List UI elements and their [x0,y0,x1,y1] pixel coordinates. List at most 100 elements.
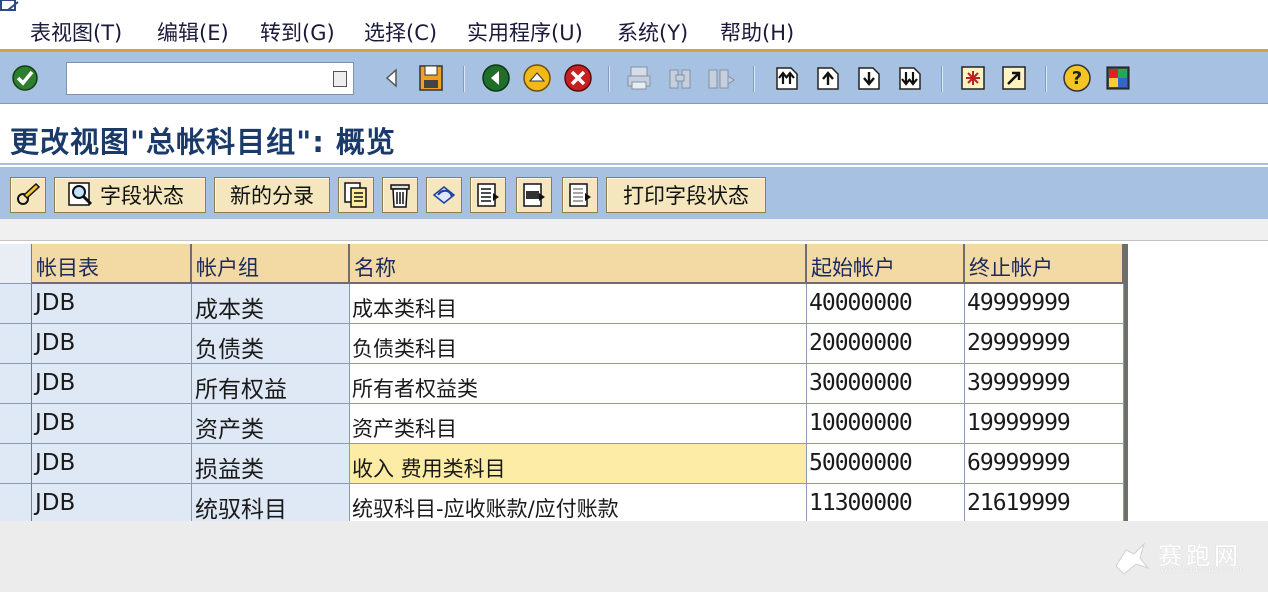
help-icon[interactable]: ? [1062,63,1092,93]
delete-button[interactable] [382,177,418,213]
menu-help[interactable]: 帮助(H) [720,20,794,46]
deselect-all-button[interactable] [562,177,598,213]
new-entries-label: 新的分录 [230,184,314,208]
select-block-icon [523,183,545,207]
cell-chart-of-accounts: JDB [32,324,192,364]
column-header-name[interactable]: 名称 [350,244,807,284]
print-field-status-label: 打印字段状态 [623,184,749,208]
cell-to-account[interactable]: 29999999 [965,324,1124,364]
command-input[interactable] [67,63,353,94]
standard-toolbar: ? [0,52,1268,104]
cell-chart-of-accounts: JDB [32,364,192,404]
cell-to-account[interactable]: 69999999 [965,444,1124,484]
cell-to-account[interactable]: 21619999 [965,484,1124,524]
print-icon[interactable] [624,63,654,93]
cell-from-account[interactable]: 30000000 [807,364,965,404]
save-icon[interactable] [416,63,446,93]
cell-name[interactable]: 负债类科目 [350,324,807,364]
first-page-icon[interactable] [772,63,802,93]
title-area: 更改视图"总帐科目组": 概览 [0,105,1268,165]
deselect-all-icon [569,183,591,207]
toolbar-separator [463,66,465,92]
row-selector[interactable] [0,324,32,364]
enter-checkmark-icon[interactable] [10,63,40,93]
customize-layout-icon[interactable] [1103,63,1133,93]
cell-chart-of-accounts: JDB [32,404,192,444]
cell-from-account[interactable]: 40000000 [807,284,965,324]
new-entries-button[interactable]: 新的分录 [214,177,330,213]
cancel-icon[interactable] [563,63,593,93]
row-selector[interactable] [0,364,32,404]
cell-name-focused[interactable]: 收入 费用类科目 [350,444,807,484]
cell-to-account[interactable]: 49999999 [965,284,1124,324]
menu-goto[interactable]: 转到(G) [260,20,335,46]
toolbar-separator [753,66,755,92]
display-change-button[interactable] [10,177,46,213]
menu-edit[interactable]: 编辑(E) [157,20,229,46]
column-header-chart-of-accounts[interactable]: 帐目表 [32,244,192,284]
table-right-border [1124,244,1128,524]
page-title: 更改视图"总帐科目组": 概览 [10,125,396,159]
command-history-icon[interactable] [333,71,347,87]
command-field[interactable] [66,62,354,95]
column-header-account-group[interactable]: 帐户组 [192,244,350,284]
row-selector[interactable] [0,404,32,444]
print-field-status-button[interactable]: 打印字段状态 [606,177,766,213]
select-all-rows-button[interactable] [0,244,32,284]
undo-change-button[interactable] [426,177,462,213]
cell-account-group: 损益类 [192,444,350,484]
find-next-icon[interactable] [706,63,736,93]
cell-from-account[interactable]: 50000000 [807,444,965,484]
cell-account-group: 成本类 [192,284,350,324]
next-page-icon[interactable] [854,63,884,93]
cell-chart-of-accounts: JDB [32,284,192,324]
toolbar-separator [1045,66,1047,92]
menu-selection[interactable]: 选择(C) [364,20,437,46]
exit-icon[interactable] [522,63,552,93]
undo-icon [432,186,456,204]
back-icon[interactable] [481,63,511,93]
menu-utilities[interactable]: 实用程序(U) [467,20,583,46]
cell-from-account[interactable]: 20000000 [807,324,965,364]
toolbar-separator [608,66,610,92]
cell-from-account[interactable]: 10000000 [807,404,965,444]
cell-name[interactable]: 资产类科目 [350,404,807,444]
shortcut-icon[interactable] [999,63,1029,93]
column-header-from-account[interactable]: 起始帐户 [807,244,965,284]
copy-as-button[interactable] [338,177,374,213]
menu-system[interactable]: 系统(Y) [617,20,688,46]
select-block-button[interactable] [516,177,552,213]
previous-page-icon[interactable] [813,63,843,93]
last-page-icon[interactable] [895,63,925,93]
select-all-icon [477,183,499,207]
cell-name[interactable]: 统驭科目-应收账款/应付账款 [350,484,807,524]
field-status-button[interactable]: 字段状态 [54,177,206,213]
select-all-button[interactable] [470,177,506,213]
collapse-arrow-icon[interactable] [376,63,406,93]
column-header-to-account[interactable]: 终止帐户 [965,244,1124,284]
row-selector[interactable] [0,444,32,484]
cell-name[interactable]: 所有者权益类 [350,364,807,404]
work-area-bottom [0,521,1268,592]
runner-logo-icon [1115,542,1150,575]
cell-name[interactable]: 成本类科目 [350,284,807,324]
watermark: 赛跑网 www.91sap.com [1110,536,1260,586]
trash-icon [390,184,410,208]
window-menu-icon[interactable] [0,0,22,14]
row-selector[interactable] [0,484,32,524]
work-area-top [0,219,1268,241]
cell-account-group: 统驭科目 [192,484,350,524]
watermark-url: www.91sap.com [1160,564,1242,575]
find-icon[interactable] [665,63,695,93]
new-session-icon[interactable] [958,63,988,93]
menu-table-view[interactable]: 表视图(T) [30,20,122,46]
cell-account-group: 所有权益 [192,364,350,404]
cell-chart-of-accounts: JDB [32,484,192,524]
cell-from-account[interactable]: 11300000 [807,484,965,524]
svg-text:?: ? [1072,68,1082,89]
cell-to-account[interactable]: 19999999 [965,404,1124,444]
cell-chart-of-accounts: JDB [32,444,192,484]
toolbar-separator [941,66,943,92]
row-selector[interactable] [0,284,32,324]
cell-to-account[interactable]: 39999999 [965,364,1124,404]
